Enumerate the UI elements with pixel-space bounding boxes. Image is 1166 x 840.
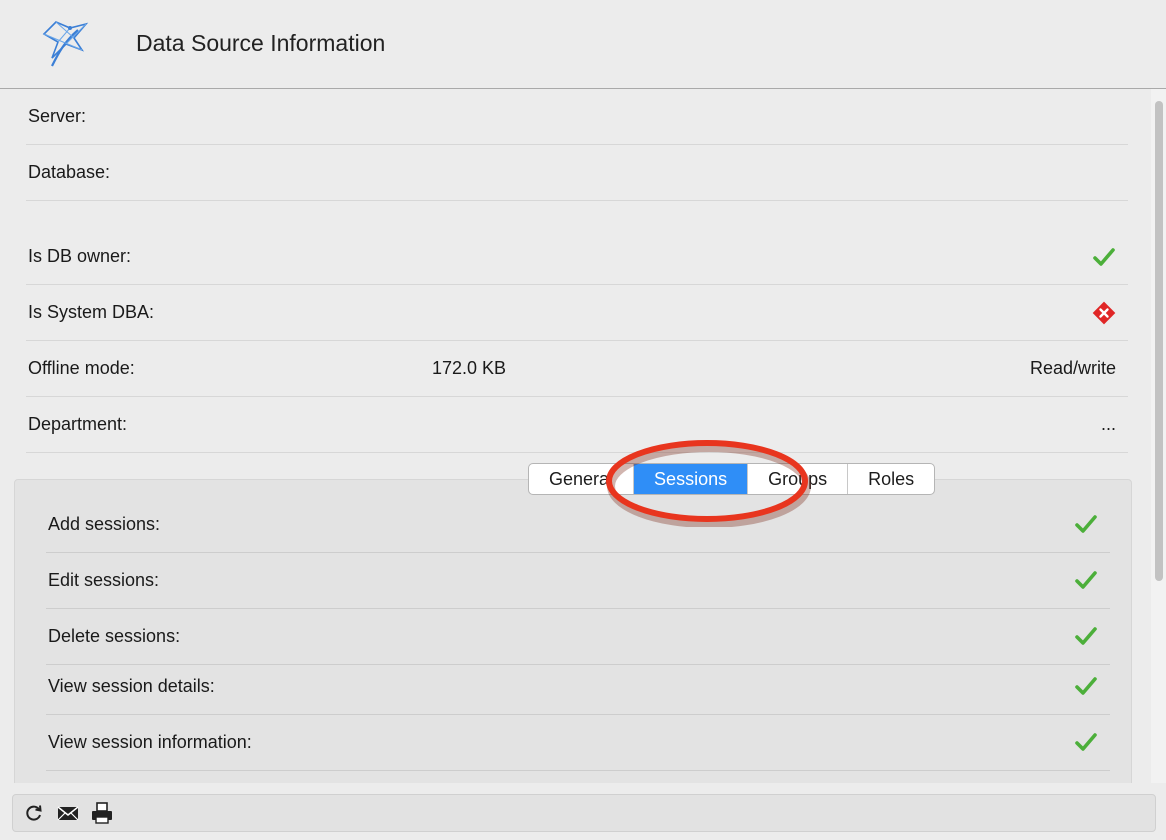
tab-roles[interactable]: Roles	[848, 464, 934, 494]
department-row: Department: ...	[26, 397, 1128, 453]
server-label: Server:	[28, 106, 87, 126]
check-icon	[1075, 733, 1097, 751]
window-header: Data Source Information	[0, 0, 1166, 89]
department-label: Department:	[28, 414, 128, 434]
tab-groups[interactable]: Groups	[748, 464, 849, 494]
refresh-button[interactable]	[19, 798, 49, 828]
vertical-scrollbar[interactable]	[1151, 89, 1166, 783]
check-icon	[1093, 248, 1115, 266]
page-title: Data Source Information	[136, 30, 386, 56]
info-panel: Server: Database: Is DB owner: Is System…	[12, 89, 1142, 783]
bottom-toolbar	[12, 794, 1156, 832]
check-icon	[1075, 515, 1097, 533]
view-session-details-label: View session details:	[48, 676, 215, 696]
offline-size-value: 172.0 KB	[432, 358, 507, 378]
is-system-dba-label: Is System DBA:	[28, 302, 155, 322]
data-source-logo-icon	[42, 21, 89, 67]
tab-general[interactable]: General	[529, 464, 635, 494]
add-sessions-label: Add sessions:	[48, 514, 161, 534]
check-icon	[1075, 627, 1097, 645]
email-icon	[57, 806, 79, 821]
view-session-information-label: View session information:	[48, 732, 252, 752]
cross-icon	[1092, 301, 1116, 325]
delete-sessions-label: Delete sessions:	[48, 626, 181, 646]
edit-sessions-row: Edit sessions:	[46, 553, 1110, 609]
delete-sessions-row: Delete sessions:	[46, 609, 1110, 665]
scrollbar-thumb[interactable]	[1155, 101, 1163, 581]
print-icon	[92, 802, 112, 824]
is-system-dba-row: Is System DBA:	[26, 285, 1128, 341]
print-button[interactable]	[87, 798, 117, 828]
offline-mode-row: Offline mode: 172.0 KB Read/write	[26, 341, 1128, 397]
tab-sessions[interactable]: Sessions	[634, 464, 749, 494]
edit-sessions-label: Edit sessions:	[48, 570, 160, 590]
access-mode-value: Read/write	[1029, 358, 1116, 378]
check-icon	[1075, 677, 1097, 695]
database-label: Database:	[28, 162, 111, 182]
refresh-icon	[26, 805, 42, 821]
server-row: Server:	[26, 89, 1128, 145]
permission-tabs: General Sessions Groups Roles	[528, 463, 936, 495]
offline-mode-label: Offline mode:	[28, 358, 135, 378]
email-button[interactable]	[53, 798, 83, 828]
check-icon	[1075, 571, 1097, 589]
department-more-button[interactable]: ...	[1101, 414, 1116, 435]
view-session-information-row: View session information:	[46, 715, 1110, 771]
is-db-owner-row: Is DB owner:	[26, 229, 1128, 285]
is-db-owner-label: Is DB owner:	[28, 246, 132, 266]
view-session-details-row: View session details:	[46, 659, 1110, 715]
add-sessions-row: Add sessions:	[46, 497, 1110, 553]
database-row: Database:	[26, 145, 1128, 201]
